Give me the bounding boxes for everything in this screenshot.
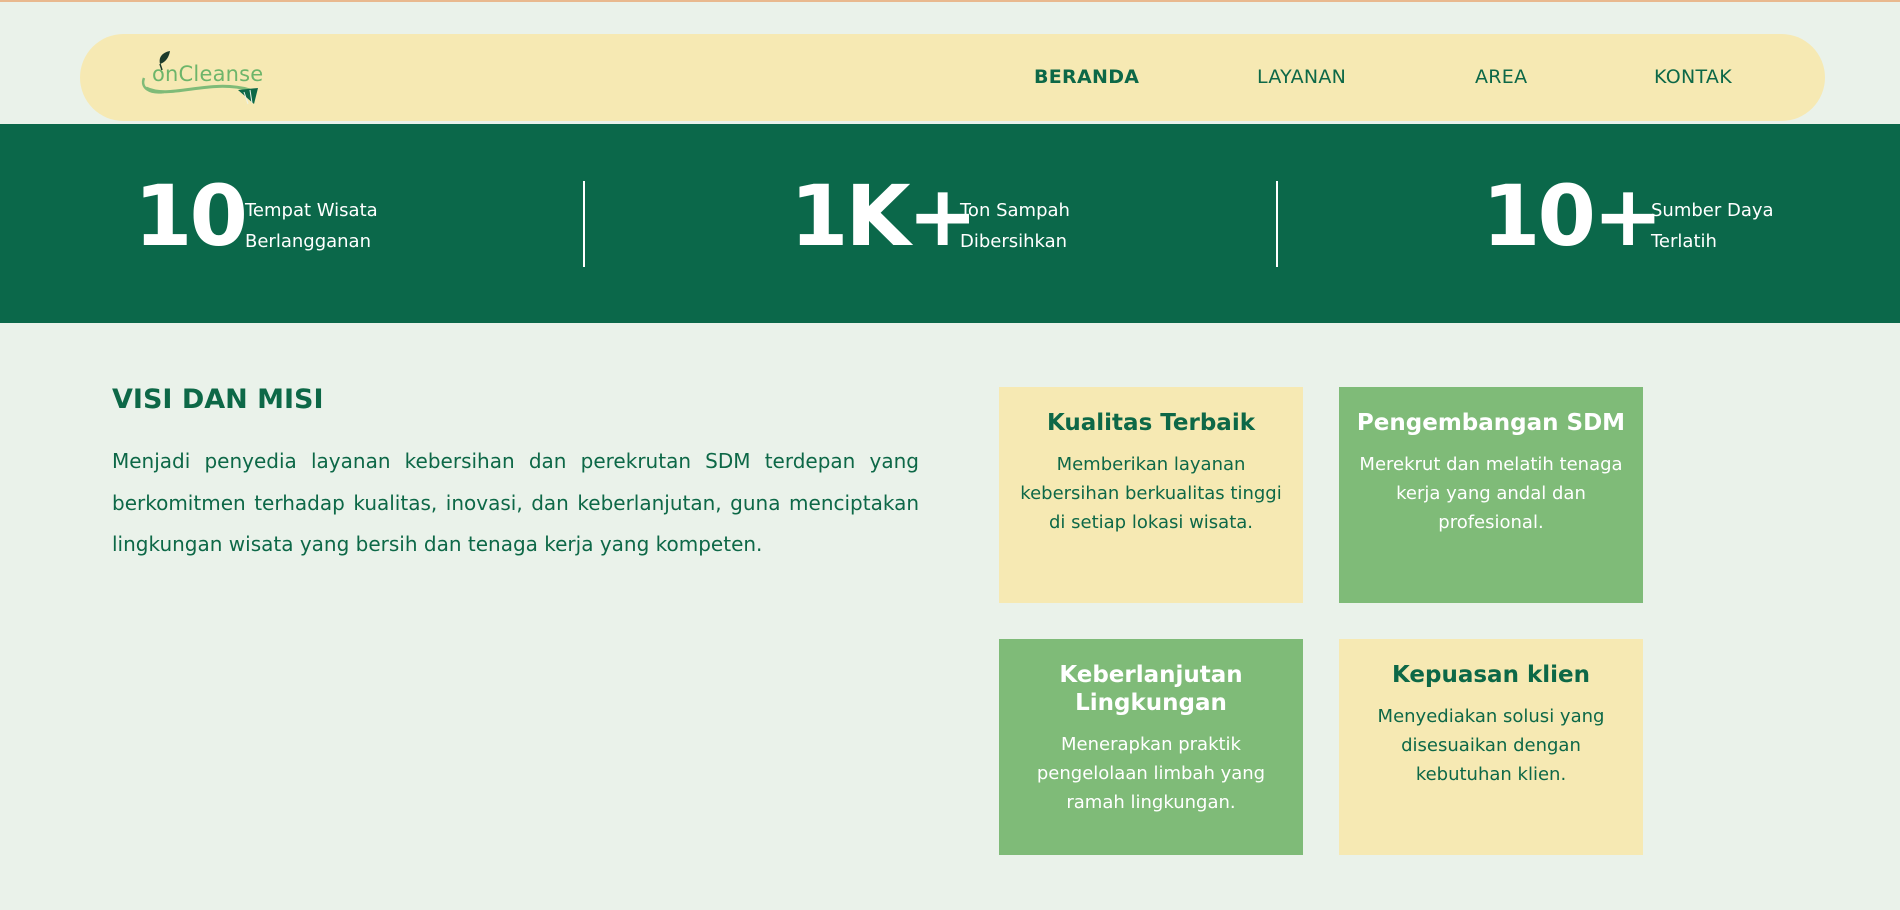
card-title: Kualitas Terbaik [1046,410,1256,436]
stat-label-line: Tempat Wisata [245,200,378,221]
card-description: Merekrut dan melatih tenaga kerja yang a… [1359,454,1623,533]
card-kualitas-terbaik: Kualitas Terbaik Memberikan layanan kebe… [999,387,1303,603]
card-title: Kepuasan klien [1391,662,1590,688]
visi-misi-text: Menjadi penyedia layanan kebersihan dan … [112,449,919,556]
card-description: Menyediakan solusi yang disesuaikan deng… [1377,706,1605,785]
brand-logo[interactable]: onCleanse [140,48,270,110]
stat-label-tempat-wisata: Tempat Wisata Berlangganan [245,195,395,257]
stat-value-ton-sampah: 1K+ [790,167,978,265]
stat-label-line: Dibersihkan [960,231,1068,252]
card-pengembangan-sdm: Pengembangan SDM Merekrut dan melatih te… [1339,387,1643,603]
stat-value-sumber-daya: 10+ [1482,167,1663,265]
card-title: Keberlanjutan Lingkungan [1059,662,1243,716]
brand-logo-text: onCleanse [152,62,264,86]
card-kepuasan-klien: Kepuasan klien Menyediakan solusi yang d… [1339,639,1643,855]
card-description: Menerapkan praktik pengelolaan limbah ya… [1036,734,1266,813]
nav-area[interactable]: AREA [1475,66,1527,88]
stat-label-ton-sampah: Ton Sampah Dibersihkan [960,195,1110,257]
card-keberlanjutan-lingkungan: Keberlanjutan Lingkungan Menerapkan prak… [999,639,1303,855]
nav-beranda[interactable]: BERANDA [1034,66,1139,88]
stat-divider [1276,181,1278,267]
visi-misi-title: VISI DAN MISI [112,384,324,415]
stat-value-tempat-wisata: 10 [134,167,248,265]
stat-label-sumber-daya: Sumber Daya Terlatih [1651,195,1801,257]
stat-label-line: Sumber Daya [1651,200,1774,221]
nav-kontak[interactable]: KONTAK [1654,66,1732,88]
top-accent-line [0,0,1900,2]
stat-divider [583,181,585,267]
stat-label-line: Berlangganan [245,231,371,252]
stat-label-line: Terlatih [1651,231,1717,252]
stat-label-line: Ton Sampah [960,200,1070,221]
card-description: Memberikan layanan kebersihan berkualita… [1020,454,1282,533]
nav-layanan[interactable]: LAYANAN [1257,66,1346,88]
navbar: onCleanse BERANDA LAYANAN AREA KONTAK [80,34,1825,121]
stats-band: 10 Tempat Wisata Berlangganan 1K+ Ton Sa… [0,124,1900,323]
card-title: Pengembangan SDM [1356,410,1626,436]
